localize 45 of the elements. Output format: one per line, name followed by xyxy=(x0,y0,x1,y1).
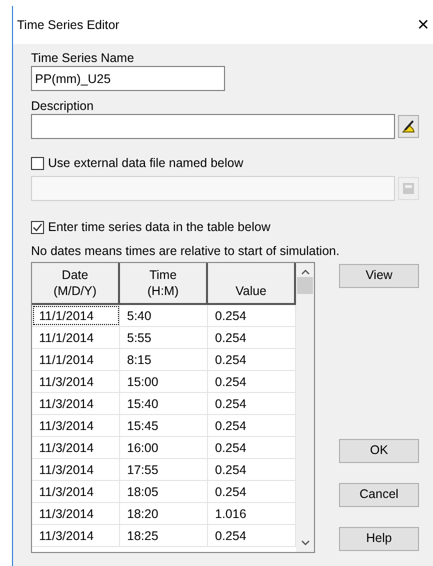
table-cell[interactable]: 18:20 xyxy=(120,502,208,524)
close-button[interactable]: × xyxy=(413,15,433,35)
scroll-thumb[interactable] xyxy=(297,276,313,294)
checkbox-label: Enter time series data in the table below xyxy=(48,218,270,236)
table-cell[interactable]: 11/3/2014 xyxy=(32,392,120,414)
table-cell[interactable]: 11/1/2014 xyxy=(32,348,120,370)
name-field[interactable]: PP(mm)_U25 xyxy=(31,66,225,91)
scroll-up-icon[interactable] xyxy=(300,268,310,274)
table-cell[interactable]: 11/1/2014 xyxy=(32,326,120,348)
browse-icon xyxy=(401,180,416,196)
description-field[interactable] xyxy=(31,114,395,139)
table-cell[interactable]: 15:00 xyxy=(120,370,208,392)
table-cell[interactable]: 8:15 xyxy=(120,348,208,370)
column-header: Date (M/D/Y) xyxy=(32,262,120,302)
table-cell[interactable]: 18:25 xyxy=(120,524,208,546)
table-cell[interactable]: 16:00 xyxy=(120,436,208,458)
table-cell[interactable]: 5:40 xyxy=(120,304,208,326)
table-cell[interactable]: 5:55 xyxy=(120,326,208,348)
table-cell[interactable]: 18:05 xyxy=(120,480,208,502)
table-cell[interactable]: 15:45 xyxy=(120,414,208,436)
table-cell[interactable]: 11/3/2014 xyxy=(32,480,120,502)
scroll-down-icon[interactable] xyxy=(300,540,310,546)
scrollbar[interactable] xyxy=(296,262,314,552)
view-button[interactable]: View xyxy=(339,264,419,288)
ok-button[interactable]: OK xyxy=(339,438,419,462)
table-cell[interactable]: 11/3/2014 xyxy=(32,370,120,392)
table-cell[interactable]: 11/1/2014 xyxy=(32,304,120,326)
note-text: No dates means times are relative to start of simulation. xyxy=(31,242,340,258)
table-cell[interactable]: 11/3/2014 xyxy=(32,524,120,546)
table-cell[interactable]: 17:55 xyxy=(120,458,208,480)
window-title: Time Series Editor xyxy=(17,16,120,34)
table-cell[interactable]: 11/3/2014 xyxy=(32,502,120,524)
edit-button[interactable] xyxy=(398,115,420,138)
checkbox-label: Use external data file named below xyxy=(48,155,244,172)
field-label: Description xyxy=(31,98,95,114)
table-cell[interactable]: 11/3/2014 xyxy=(32,414,120,436)
field-label: Time Series Name xyxy=(31,50,136,66)
table-cell[interactable]: 11/3/2014 xyxy=(32,436,120,458)
table-cell[interactable]: 15:40 xyxy=(120,392,208,414)
column-header: Time (H:M) xyxy=(120,262,208,302)
pencil-icon xyxy=(401,119,416,134)
checkbox[interactable] xyxy=(31,220,44,234)
cancel-button[interactable]: Cancel xyxy=(339,482,419,506)
help-button[interactable]: Help xyxy=(339,526,419,550)
table-cell[interactable]: 11/3/2014 xyxy=(32,458,120,480)
